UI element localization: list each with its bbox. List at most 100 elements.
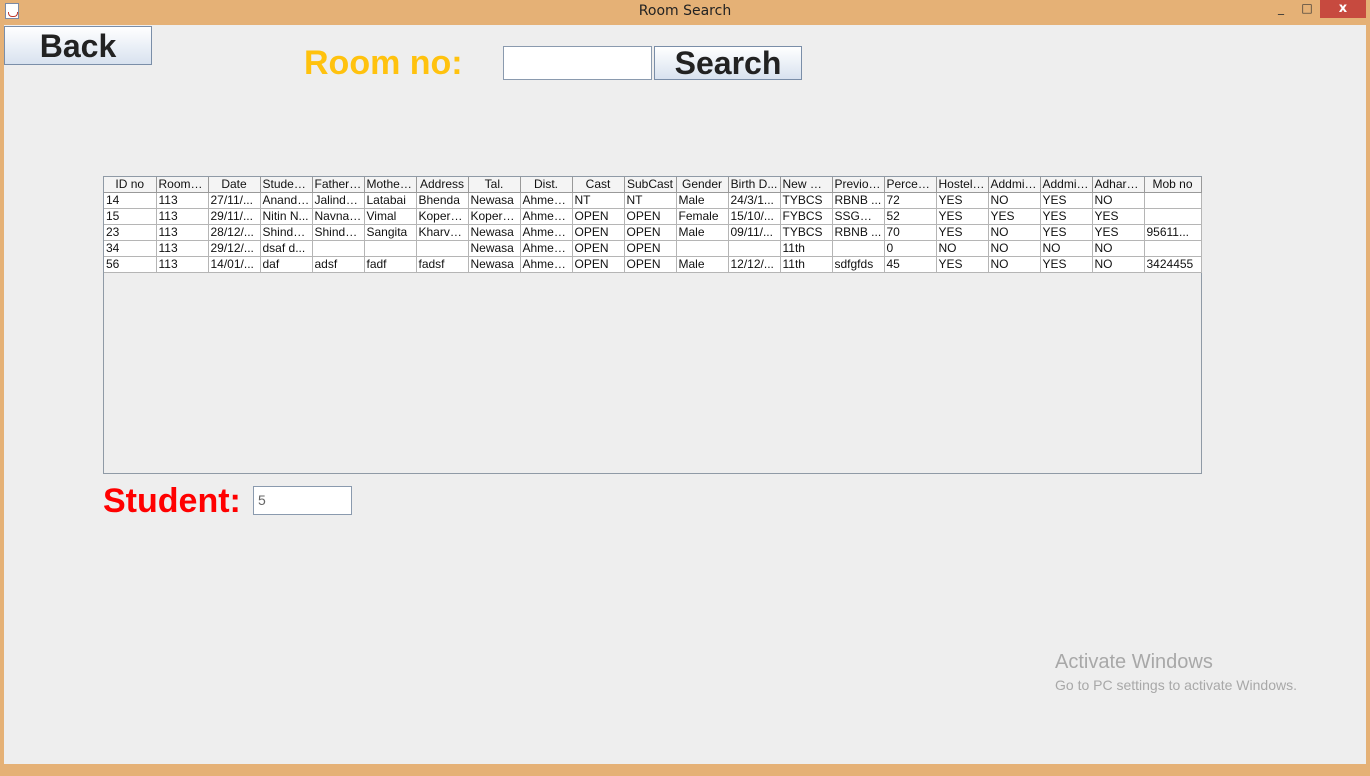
table-cell[interactable]: Newasa xyxy=(468,224,521,241)
results-table-scrollpane[interactable]: ID no Room no Date Student... Father ... Moth… xyxy=(103,176,1202,474)
table-cell[interactable]: Jalinda... xyxy=(312,192,365,209)
table-cell[interactable]: YES xyxy=(1092,208,1145,225)
table-cell[interactable]: fadsf xyxy=(416,256,469,273)
table-cell[interactable]: 15 xyxy=(104,208,157,225)
table-cell[interactable]: Anand ... xyxy=(260,192,313,209)
table-cell[interactable]: sdfgfds xyxy=(832,256,885,273)
table-row[interactable]: 56 113 14/01/... daf adsf fadf fadsf Newasa Ahme… xyxy=(104,256,1202,273)
search-button[interactable]: Search xyxy=(654,46,802,80)
table-cell[interactable]: 34 xyxy=(104,240,157,257)
table-cell[interactable]: FYBCS xyxy=(780,208,833,225)
column-header[interactable]: SubCast xyxy=(624,177,677,193)
table-cell[interactable]: Vimal xyxy=(364,208,417,225)
table-cell[interactable]: 23 xyxy=(104,224,157,241)
table-cell[interactable]: Koperg... xyxy=(416,208,469,225)
table-cell[interactable]: 29/11/... xyxy=(208,208,261,225)
table-cell[interactable]: Female xyxy=(676,208,729,225)
column-header[interactable]: Student... xyxy=(260,177,313,193)
table-cell[interactable]: 11th xyxy=(780,256,833,273)
table-cell[interactable]: YES xyxy=(936,208,989,225)
table-cell[interactable]: NO xyxy=(988,256,1041,273)
table-cell[interactable]: Nitin N... xyxy=(260,208,313,225)
column-header[interactable]: Addmis... xyxy=(1040,177,1093,193)
table-cell[interactable]: 28/12/... xyxy=(208,224,261,241)
table-cell[interactable]: Ahmed... xyxy=(520,192,573,209)
table-cell[interactable]: 27/11/... xyxy=(208,192,261,209)
column-header[interactable]: Father ... xyxy=(312,177,365,193)
table-row[interactable]: 23 113 28/12/... Shinde... Shinde... Sangita K… xyxy=(104,224,1202,241)
table-cell[interactable]: dsaf d... xyxy=(260,240,313,257)
table-cell[interactable]: NO xyxy=(1092,256,1145,273)
table-cell[interactable]: Male xyxy=(676,192,729,209)
table-cell[interactable]: NO xyxy=(988,240,1041,257)
table-cell[interactable] xyxy=(312,240,365,257)
column-header[interactable]: New Cl... xyxy=(780,177,833,193)
table-cell[interactable]: 113 xyxy=(156,192,209,209)
column-header[interactable]: Tal. xyxy=(468,177,521,193)
table-cell[interactable] xyxy=(1144,240,1202,257)
table-cell[interactable] xyxy=(416,240,469,257)
table-cell[interactable]: 0 xyxy=(884,240,937,257)
table-cell[interactable]: 29/12/... xyxy=(208,240,261,257)
column-header[interactable]: Cast xyxy=(572,177,625,193)
table-cell[interactable] xyxy=(676,240,729,257)
table-cell[interactable]: Newasa xyxy=(468,240,521,257)
table-cell[interactable]: YES xyxy=(1040,208,1093,225)
table-cell[interactable]: NO xyxy=(1092,240,1145,257)
table-cell[interactable]: Newasa xyxy=(468,192,521,209)
table-cell[interactable]: 09/11/... xyxy=(728,224,781,241)
table-cell[interactable]: 14/01/... xyxy=(208,256,261,273)
table-cell[interactable]: RBNB ... xyxy=(832,192,885,209)
table-cell[interactable]: YES xyxy=(988,208,1041,225)
minimize-button[interactable]: _ xyxy=(1268,0,1294,18)
table-cell[interactable]: fadf xyxy=(364,256,417,273)
table-cell[interactable]: OPEN xyxy=(572,224,625,241)
column-header[interactable]: Hostel ... xyxy=(936,177,989,193)
table-cell[interactable]: OPEN xyxy=(572,256,625,273)
table-cell[interactable]: OPEN xyxy=(624,208,677,225)
table-cell[interactable]: adsf xyxy=(312,256,365,273)
table-cell[interactable]: 95611... xyxy=(1144,224,1202,241)
table-cell[interactable]: Male xyxy=(676,224,729,241)
column-header[interactable]: Birth D... xyxy=(728,177,781,193)
table-cell[interactable]: TYBCS xyxy=(780,224,833,241)
table-cell[interactable] xyxy=(832,240,885,257)
table-cell[interactable]: 56 xyxy=(104,256,157,273)
table-cell[interactable]: Bhenda xyxy=(416,192,469,209)
table-row[interactable]: 14 113 27/11/... Anand ... Jalinda... Latabai… xyxy=(104,192,1202,209)
column-header[interactable]: Mother ... xyxy=(364,177,417,193)
table-cell[interactable]: 72 xyxy=(884,192,937,209)
table-cell[interactable]: YES xyxy=(936,224,989,241)
column-header[interactable]: Date xyxy=(208,177,261,193)
column-header[interactable]: Address xyxy=(416,177,469,193)
column-header[interactable]: Mob no xyxy=(1144,177,1202,193)
column-header[interactable]: Gender xyxy=(676,177,729,193)
table-cell[interactable]: 113 xyxy=(156,208,209,225)
table-cell[interactable]: OPEN xyxy=(624,240,677,257)
table-cell[interactable]: 3424455 xyxy=(1144,256,1202,273)
column-header[interactable]: Room no xyxy=(156,177,209,193)
table-cell[interactable]: NO xyxy=(936,240,989,257)
table-cell[interactable]: daf xyxy=(260,256,313,273)
student-count-field[interactable]: 5 xyxy=(253,486,352,515)
table-cell[interactable]: Ahmed... xyxy=(520,208,573,225)
table-cell[interactable]: YES xyxy=(936,256,989,273)
table-cell[interactable]: NO xyxy=(988,224,1041,241)
table-cell[interactable] xyxy=(728,240,781,257)
close-button[interactable]: x xyxy=(1320,0,1366,18)
table-cell[interactable] xyxy=(1144,208,1202,225)
table-cell[interactable]: Koperg... xyxy=(468,208,521,225)
table-cell[interactable]: Male xyxy=(676,256,729,273)
table-cell[interactable]: 70 xyxy=(884,224,937,241)
table-cell[interactable]: Latabai xyxy=(364,192,417,209)
table-row[interactable]: 34 113 29/12/... dsaf d... Newasa Ahmed... OPE… xyxy=(104,240,1202,257)
table-cell[interactable]: Sangita xyxy=(364,224,417,241)
table-cell[interactable]: NO xyxy=(988,192,1041,209)
results-table[interactable]: ID no Room no Date Student... Father ... Moth… xyxy=(104,177,1202,273)
table-cell[interactable]: OPEN xyxy=(572,208,625,225)
table-cell[interactable]: Newasa xyxy=(468,256,521,273)
column-header[interactable]: Previou... xyxy=(832,177,885,193)
back-button[interactable]: Back xyxy=(4,26,152,65)
table-cell[interactable]: YES xyxy=(1040,192,1093,209)
table-cell[interactable] xyxy=(364,240,417,257)
